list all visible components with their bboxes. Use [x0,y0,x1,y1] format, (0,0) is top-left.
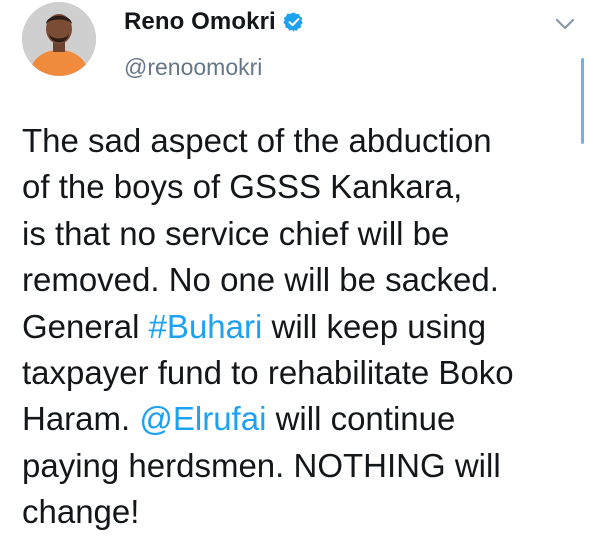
mention-link[interactable]: @Elrufai [139,400,266,437]
tweet-text-line: taxpayer fund to rehabilitate Boko [22,350,582,396]
tweet-text-segment: will continue [266,400,456,438]
tweet-text-segment: taxpayer fund to rehabilitate Boko [22,354,514,392]
author-display-name[interactable]: Reno Omokri [124,8,276,36]
tweet-text-line: of the boys of GSSS Kankara, [22,164,582,210]
tweet-text-line: General #Buhari will keep using [22,304,582,350]
tweet-text-segment: is that no service chief will be [22,214,450,252]
tweet-text-line: change! [22,489,582,535]
tweet-text-segment: General [22,307,149,345]
chevron-down-icon[interactable] [554,16,576,32]
tweet-text-segment: will keep using [262,307,487,345]
tweet-text-segment: The sad aspect of the abduction [22,122,492,159]
verified-badge-icon [283,11,305,33]
author-handle[interactable]: @renoomokri [124,54,262,81]
tweet-text-segment: removed. No one will be sacked. [22,261,499,299]
avatar[interactable] [22,2,96,76]
tweet-text-line: Haram. @Elrufai will continue [22,396,582,442]
hashtag-link[interactable]: #Buhari [149,308,263,345]
tweet-text-line: paying herdsmen. NOTHING will [22,443,582,489]
tweet-text: The sad aspect of the abduction of the bo… [22,118,582,536]
tweet-text-line: removed. No one will be sacked. [22,257,582,303]
tweet-text-segment: paying herdsmen. NOTHING will [22,446,501,484]
tweet-card: Reno Omokri @renoomokri The sad aspect o… [0,0,590,530]
author-name-row: Reno Omokri [124,8,305,36]
tweet-text-line: is that no service chief will be [22,211,582,257]
tweet-text-line: The sad aspect of the abduction [22,118,582,164]
tweet-text-segment: Haram. [22,400,140,438]
tweet-text-segment: change! [22,493,140,531]
tweet-text-segment: of the boys of GSSS Kankara, [22,168,463,206]
